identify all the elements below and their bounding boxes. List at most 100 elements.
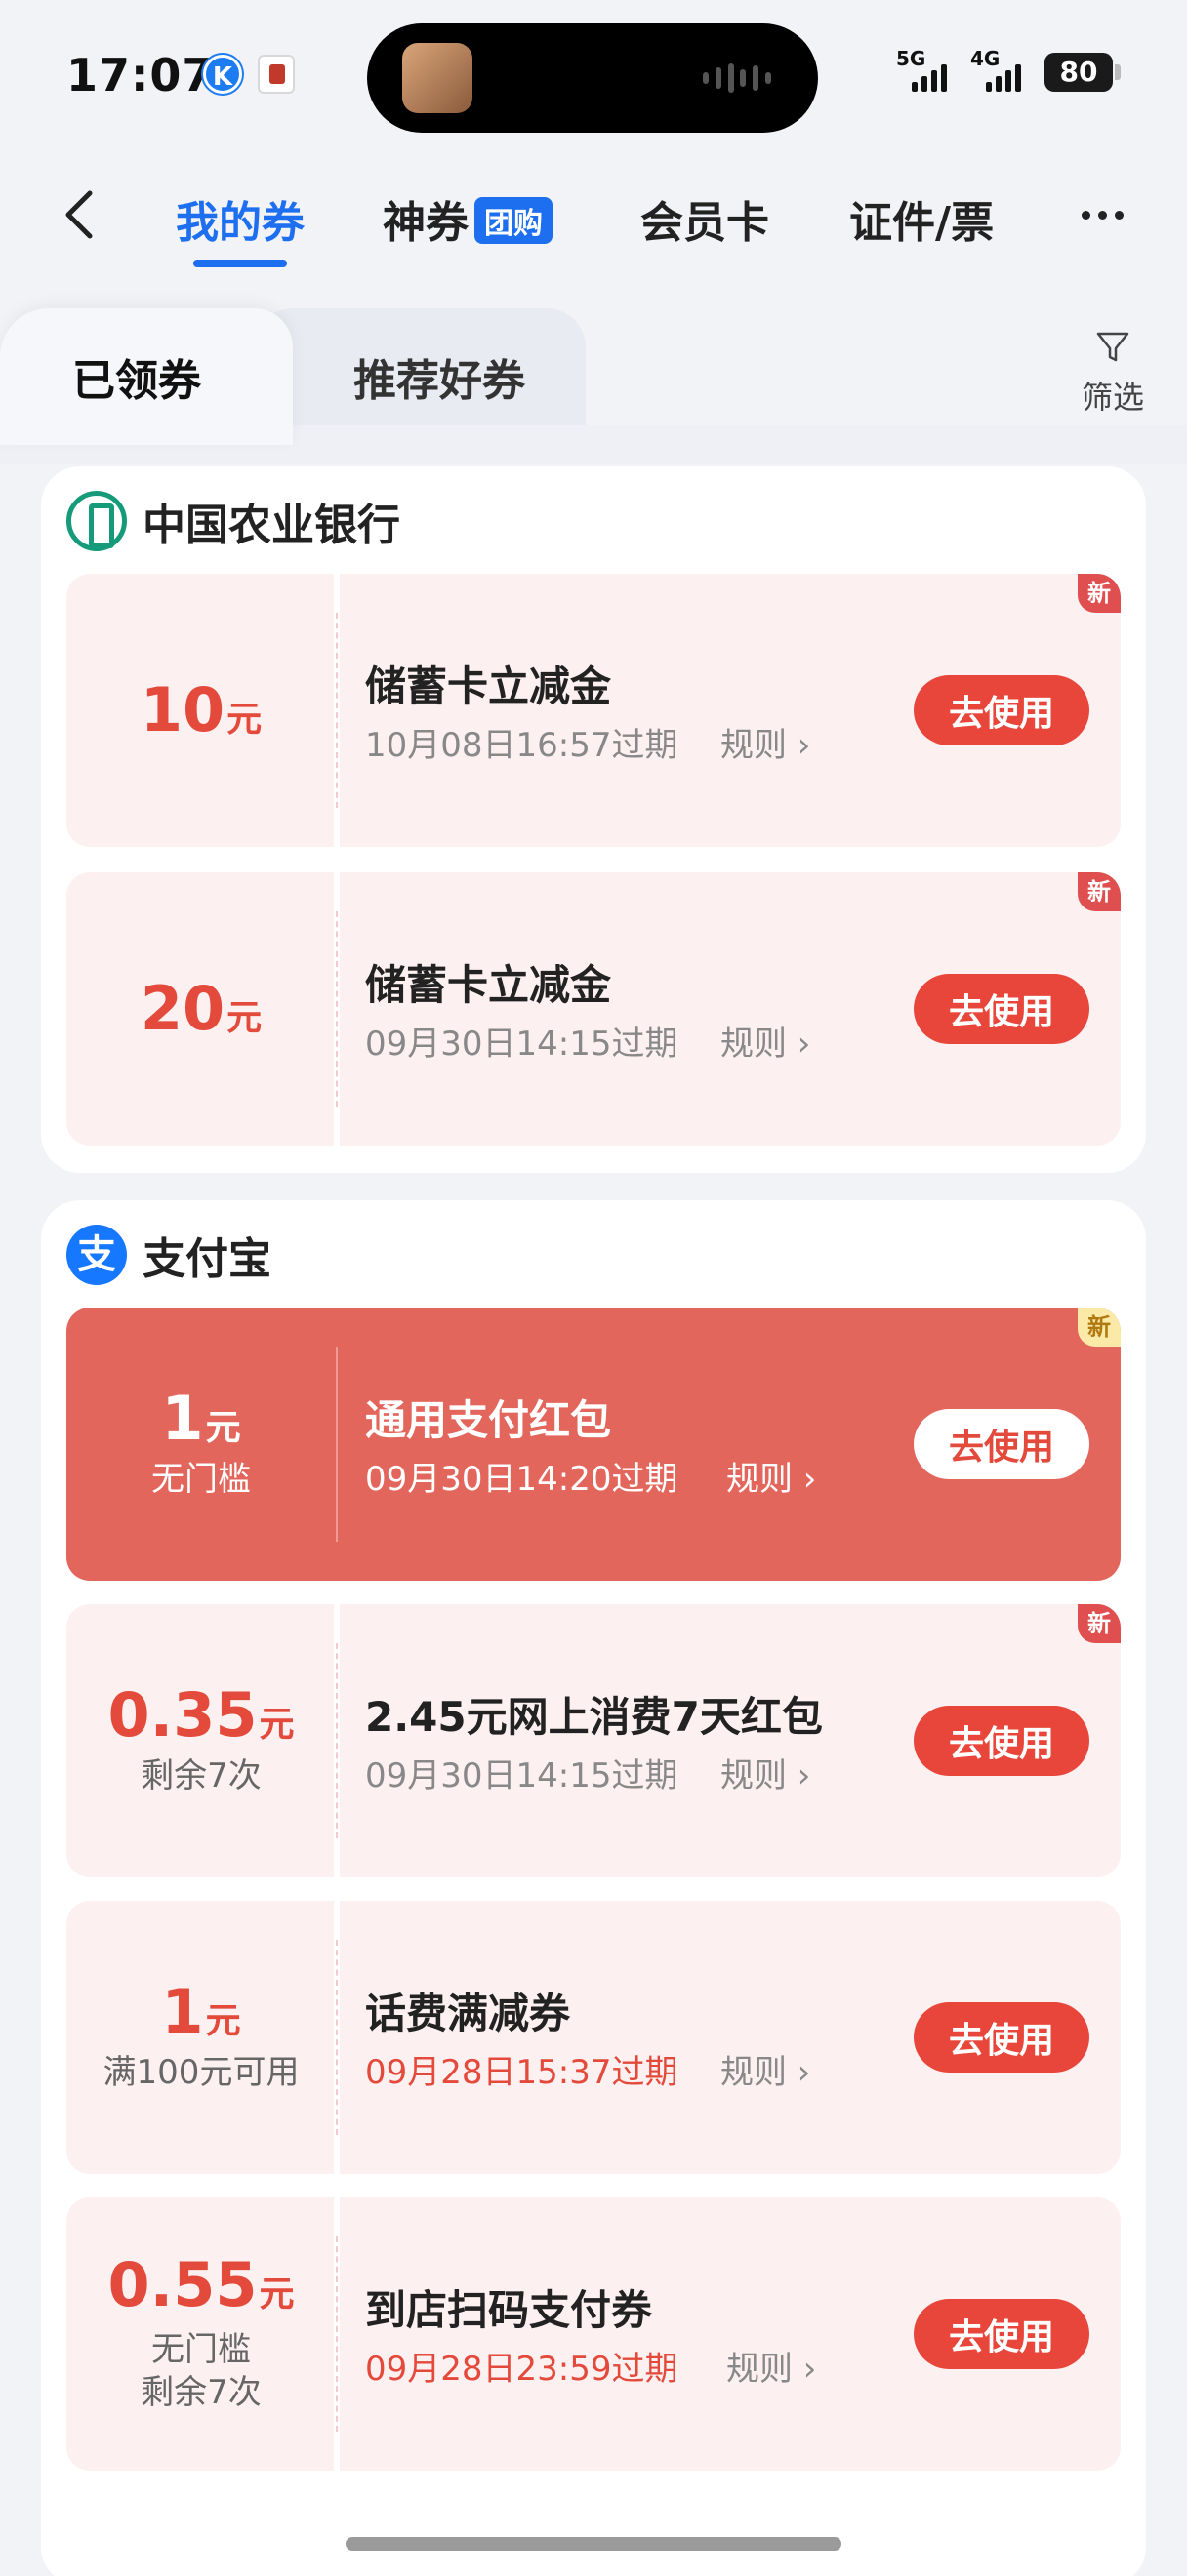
rules-link[interactable]: 规则 › (720, 1017, 810, 1065)
coupon-unit: 元 (205, 2000, 241, 2041)
coupon-divider (334, 1901, 340, 2174)
coupon-unit: 元 (259, 1704, 295, 1745)
group-buy-tag: 团购 (474, 197, 553, 244)
coupon-condition: 无门槛 (151, 2329, 251, 2369)
coupon-divider (334, 872, 340, 1146)
filter-button[interactable]: 筛选 (1074, 328, 1152, 418)
coupon-card: 1元 满100元可用 话费满减券 09月28日15:37过期 规则 › 去使用 (66, 1901, 1121, 2174)
coupon-remaining: 剩余7次 (141, 2373, 262, 2412)
coupon-value: 0.35元 剩余7次 (66, 1604, 336, 1877)
coupon-condition: 无门槛 (151, 1459, 251, 1499)
new-badge: 新 (1078, 1604, 1121, 1643)
more-dot (1115, 210, 1124, 220)
coupon-amount: 20 (140, 973, 225, 1044)
new-badge: 新 (1078, 1308, 1121, 1347)
group-header: 中国农业银行 (66, 490, 400, 552)
coupon-title: 通用支付红包 (365, 1396, 612, 1444)
coupon-card: 0.35元 剩余7次 2.45元网上消费7天红包 09月30日14:15过期 规… (66, 1604, 1121, 1877)
coupon-unit: 元 (226, 998, 263, 1038)
signal-5g-icon: 5G (896, 47, 961, 96)
coupon-expiry: 09月30日14:15过期 (365, 1025, 678, 1064)
tab-my-coupons[interactable]: 我的券 (176, 187, 305, 250)
rules-link[interactable]: 规则 › (720, 2045, 810, 2093)
coupon-title: 储蓄卡立减金 (365, 663, 612, 710)
subtab-claimed[interactable]: 已领券 (0, 308, 293, 445)
coupon-amount: 10 (140, 674, 225, 745)
subtab-bar: 推荐好券 已领券 筛选 (0, 308, 1187, 464)
app-notification-icon (258, 55, 295, 94)
more-button[interactable] (1082, 195, 1140, 234)
battery-icon: 80 (1044, 53, 1121, 92)
rules-link[interactable]: 规则 › (726, 1452, 816, 1500)
status-time: 17:07 (66, 49, 215, 101)
audio-wave-icon (703, 62, 771, 94)
coupon-title: 话费满减券 (365, 1990, 571, 2037)
new-badge: 新 (1078, 872, 1121, 911)
rules-link[interactable]: 规则 › (720, 718, 810, 766)
brand-name: 中国农业银行 (143, 501, 400, 550)
coupon-value: 0.55元 无门槛 剩余7次 (66, 2197, 336, 2471)
coupon-value: 1元 满100元可用 (66, 1901, 336, 2174)
back-button[interactable] (53, 185, 111, 244)
dynamic-island[interactable] (367, 23, 818, 133)
coupon-divider (334, 1308, 340, 1581)
signal-4g-icon: 4G (970, 47, 1035, 96)
coupon-amount: 0.55 (107, 2248, 258, 2320)
use-coupon-button[interactable]: 去使用 (914, 2299, 1089, 2369)
coupon-expiry: 09月28日15:37过期 (365, 2053, 678, 2092)
coupon-value: 10元 (66, 574, 336, 847)
coupon-value: 20元 (66, 872, 336, 1146)
status-bar: 17:07 K 5G 4G 80 (0, 0, 1187, 146)
coupon-remaining: 剩余7次 (141, 1755, 262, 1795)
alipay-logo-icon: 支 (66, 1225, 127, 1285)
filter-icon (1096, 332, 1129, 362)
coupon-title: 2.45元网上消费7天红包 (365, 1693, 823, 1741)
coupon-unit: 元 (259, 2274, 295, 2314)
coupon-divider (334, 574, 340, 847)
more-dot (1098, 210, 1107, 220)
coupon-amount: 0.35 (107, 1678, 258, 1751)
coupon-amount: 1 (161, 1975, 204, 2047)
use-coupon-button[interactable]: 去使用 (914, 675, 1089, 745)
group-header: 支 支付宝 (66, 1224, 271, 1286)
home-indicator[interactable] (346, 2537, 841, 2551)
chevron-left-icon (65, 190, 93, 239)
media-thumbnail (402, 43, 472, 113)
coupon-group-abc: 中国农业银行 10元 储蓄卡立减金 10月08日16:57过期 规则 › 去使用… (41, 466, 1146, 1173)
rules-link[interactable]: 规则 › (726, 2342, 816, 2390)
tab-super-coupons[interactable]: 神券 团购 (383, 187, 553, 250)
tab-ids-tickets[interactable]: 证件/票 (849, 187, 994, 250)
subtab-recommended[interactable]: 推荐好券 (254, 308, 586, 445)
coupon-expiry: 09月30日14:20过期 (365, 1460, 678, 1499)
coupon-card: 20元 储蓄卡立减金 09月30日14:15过期 规则 › 去使用 新 (66, 872, 1121, 1146)
coupon-divider (334, 2197, 340, 2471)
rules-link[interactable]: 规则 › (720, 1749, 810, 1796)
use-coupon-button[interactable]: 去使用 (914, 2002, 1089, 2073)
coupon-amount: 1 (161, 1382, 204, 1454)
brand-name: 支付宝 (143, 1234, 271, 1284)
coupon-expiry: 10月08日16:57过期 (365, 726, 678, 765)
coupon-unit: 元 (226, 700, 263, 740)
coupon-value: 1元 无门槛 (66, 1308, 336, 1581)
top-nav: 我的券 神券 团购 会员卡 证件/票 (0, 156, 1187, 273)
tab-member-cards[interactable]: 会员卡 (640, 187, 769, 250)
coupon-unit: 元 (205, 1407, 241, 1448)
coupon-expiry: 09月30日14:15过期 (365, 1756, 678, 1795)
coupon-card: 0.55元 无门槛 剩余7次 到店扫码支付券 09月28日23:59过期 规则 … (66, 2197, 1121, 2471)
filter-label: 筛选 (1081, 379, 1144, 416)
coupon-title: 到店扫码支付券 (365, 2286, 653, 2334)
coupon-card: 1元 无门槛 通用支付红包 09月30日14:20过期 规则 › 去使用 新 (66, 1308, 1121, 1581)
coupon-expiry: 09月28日23:59过期 (365, 2350, 678, 2389)
coupon-group-alipay: 支 支付宝 1元 无门槛 通用支付红包 09月30日14:20过期 规则 › 去… (41, 1200, 1146, 2576)
coupon-card: 10元 储蓄卡立减金 10月08日16:57过期 规则 › 去使用 新 (66, 574, 1121, 847)
use-coupon-button[interactable]: 去使用 (914, 1409, 1089, 1479)
app-k-icon: K (203, 55, 242, 94)
abc-logo-icon (66, 491, 127, 551)
use-coupon-button[interactable]: 去使用 (914, 1706, 1089, 1776)
use-coupon-button[interactable]: 去使用 (914, 974, 1089, 1044)
more-dot (1082, 210, 1090, 220)
coupon-title: 储蓄卡立减金 (365, 961, 612, 1009)
coupon-divider (334, 1604, 340, 1877)
coupon-condition: 满100元可用 (102, 2052, 300, 2092)
tab-super-coupons-label: 神券 (383, 198, 469, 248)
